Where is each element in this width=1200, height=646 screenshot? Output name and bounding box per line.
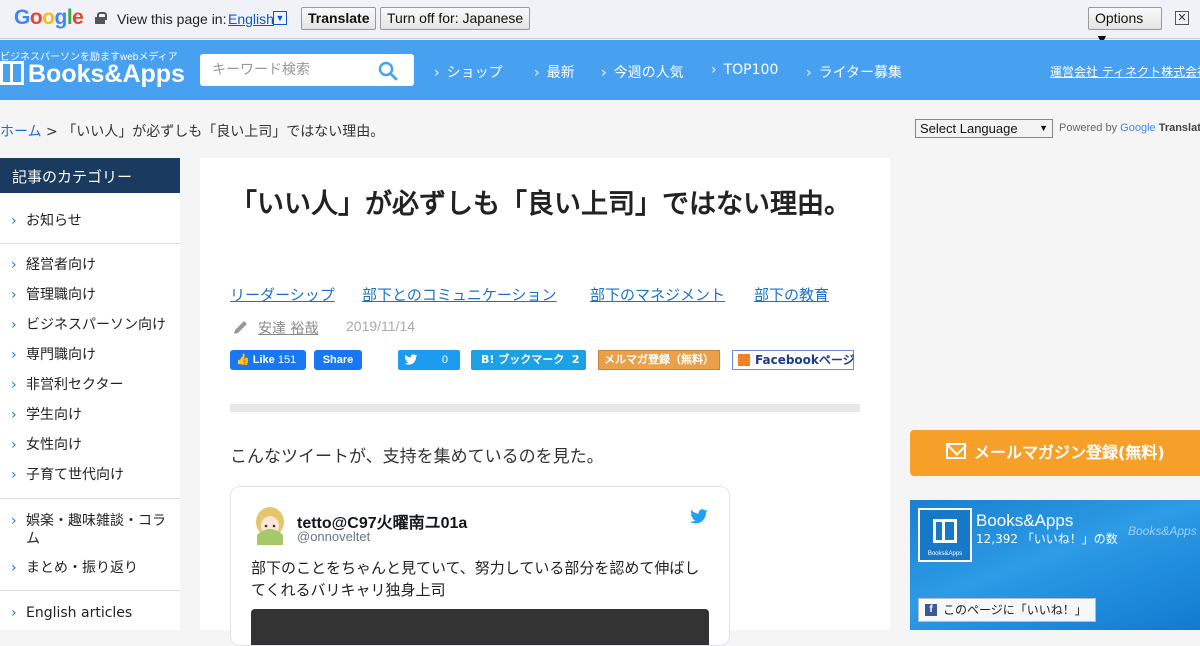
sidebar-item-news[interactable]: お知らせ	[0, 212, 180, 230]
sidebar-item-professionals[interactable]: 専門職向け	[0, 346, 180, 364]
facebook-share-button[interactable]: Share	[314, 350, 362, 370]
newsletter-button[interactable]: メルマガ登録（無料）	[598, 350, 720, 370]
tweet-avatar	[256, 507, 284, 545]
article: 「いい人」が必ずしも「良い上司」ではない理由。 リーダーシップ 部下とのコミュニ…	[200, 158, 890, 646]
sidebar-heading: 記事のカテゴリー	[0, 158, 180, 193]
logo-mark-icon	[0, 61, 24, 85]
sidebar-item-nonprofit[interactable]: 非営利セクター	[0, 376, 180, 394]
hatena-bookmark-button[interactable]: B! ブックマーク 2	[471, 350, 586, 370]
nav-latest[interactable]: 最新	[534, 62, 575, 82]
nav-top100[interactable]: TOP100	[711, 62, 779, 78]
options-button[interactable]: Options ▼	[1088, 7, 1162, 47]
flag-icon	[738, 354, 750, 366]
pencil-icon	[234, 321, 247, 334]
author-link[interactable]: 安達 裕哉	[258, 318, 318, 338]
powered-google: Google	[1120, 122, 1156, 134]
nav-weekly-popular[interactable]: 今週の人気	[601, 62, 684, 82]
search-input[interactable]	[200, 54, 370, 86]
twitter-bird-icon	[404, 354, 418, 365]
tweet-count: 0	[441, 354, 448, 366]
tweet-media[interactable]	[251, 609, 709, 645]
sidebar-divider	[0, 590, 180, 591]
facebook-page-button[interactable]: Facebookページ	[732, 350, 855, 370]
sidebar-divider	[0, 498, 180, 499]
powered-translate: Translate	[1158, 122, 1200, 134]
facebook-like-count: 12,392 「いいね！」の数	[976, 532, 1118, 546]
close-icon[interactable]: ✕	[1175, 11, 1189, 25]
hatena-count: 2	[571, 353, 580, 366]
translate-button[interactable]: Translate	[301, 7, 377, 30]
sidebar-item-entertainment[interactable]: 娯楽・趣味雑談・コラム	[0, 512, 176, 548]
facebook-icon: f	[925, 604, 937, 616]
cover-watermark: Books&Apps	[1128, 524, 1197, 538]
facebook-like-page-button[interactable]: f このページに「いいね！」	[918, 598, 1096, 622]
site-logo[interactable]: Books&Apps	[0, 60, 185, 89]
sidebar-item-students[interactable]: 学生向け	[0, 406, 180, 424]
company-link[interactable]: 運営会社 ティネクト株式会社	[1050, 63, 1200, 80]
sidebar-item-executives[interactable]: 経営者向け	[0, 256, 180, 274]
turn-off-button[interactable]: Turn off for: Japanese	[380, 7, 531, 30]
twitter-logo-icon[interactable]	[689, 509, 709, 525]
sidebar-item-managers[interactable]: 管理職向け	[0, 286, 180, 304]
logo-mark-icon	[933, 519, 957, 543]
facebook-page-name[interactable]: Books&Apps	[976, 511, 1073, 531]
site-header: ビジネスパーソンを励ますwebメディア Books&Apps ショップ 最新 今…	[0, 40, 1200, 100]
divider-bar	[230, 404, 860, 412]
tag-education[interactable]: 部下の教育	[754, 284, 829, 305]
tweet-text: 部下のことをちゃんと見ていて、努力している部分を認めて伸ばしてくれるバリキャリ独…	[251, 559, 700, 599]
embedded-tweet[interactable]: tetto@C97火曜南ユ01a @onnoveltet 部下のことをちゃんと見…	[230, 486, 730, 646]
powered-by: Powered by Google Translate	[1059, 122, 1200, 134]
thumbs-up-icon: 👍	[236, 354, 250, 366]
twitter-share-button[interactable]: 0	[398, 350, 460, 370]
language-select[interactable]: Select Language	[915, 119, 1053, 138]
sidebar-item-parents[interactable]: 子育て世代向け	[0, 466, 180, 484]
newsletter-banner[interactable]: メールマガジン登録(無料)	[910, 430, 1200, 476]
sidebar-item-english[interactable]: English articles	[0, 604, 180, 622]
tag-communication[interactable]: 部下とのコミュニケーション	[362, 284, 557, 305]
sidebar-item-business-people[interactable]: ビジネスパーソン向け	[0, 316, 180, 334]
sidebar-item-women[interactable]: 女性向け	[0, 436, 180, 454]
language-link[interactable]: English	[228, 11, 274, 27]
article-lead: こんなツイートが、支持を集めているのを見た。	[230, 447, 604, 467]
logo-text: Books&Apps	[28, 60, 185, 88]
facebook-page-thumbnail[interactable]: Books&Apps	[918, 508, 972, 562]
language-dropdown-icon[interactable]: ▼	[273, 11, 287, 25]
search-icon[interactable]	[378, 61, 398, 81]
breadcrumb-current: 「いい人」が必ずしも「良い上司」ではない理由。	[62, 124, 385, 140]
breadcrumb-separator: >	[41, 124, 63, 140]
google-logo: Google	[14, 6, 84, 29]
view-page-label: View this page in:	[117, 11, 227, 27]
breadcrumb: ホーム > 「いい人」が必ずしも「良い上司」ではない理由。	[0, 121, 384, 141]
fb-like-count: 151	[277, 354, 297, 366]
facebook-like-button[interactable]: 👍 Like 151	[230, 350, 306, 370]
envelope-icon	[946, 443, 966, 459]
nav-writer-recruit[interactable]: ライター募集	[806, 62, 902, 82]
nav-shop[interactable]: ショップ	[434, 62, 503, 82]
tag-management[interactable]: 部下のマネジメント	[590, 284, 725, 305]
translate-bar: Google View this page in: English ▼ Tran…	[0, 0, 1200, 47]
tweet-author-handle[interactable]: @onnoveltet	[297, 529, 370, 544]
category-sidebar: 記事のカテゴリー お知らせ 経営者向け 管理職向け ビジネスパーソン向け 専門職…	[0, 158, 180, 630]
article-title: 「いい人」が必ずしも「良い上司」ではない理由。	[230, 189, 851, 220]
publish-date: 2019/11/14	[346, 318, 416, 334]
sidebar-item-summary[interactable]: まとめ・振り返り	[0, 559, 180, 577]
fb-thumb-label: Books&Apps	[927, 551, 963, 557]
sidebar-divider	[0, 243, 180, 244]
lock-icon	[95, 12, 107, 24]
facebook-page-widget: Books&Apps Books&Apps 12,392 「いいね！」の数 Bo…	[910, 500, 1200, 630]
breadcrumb-home[interactable]: ホーム	[0, 124, 42, 140]
tag-leadership[interactable]: リーダーシップ	[230, 284, 335, 305]
